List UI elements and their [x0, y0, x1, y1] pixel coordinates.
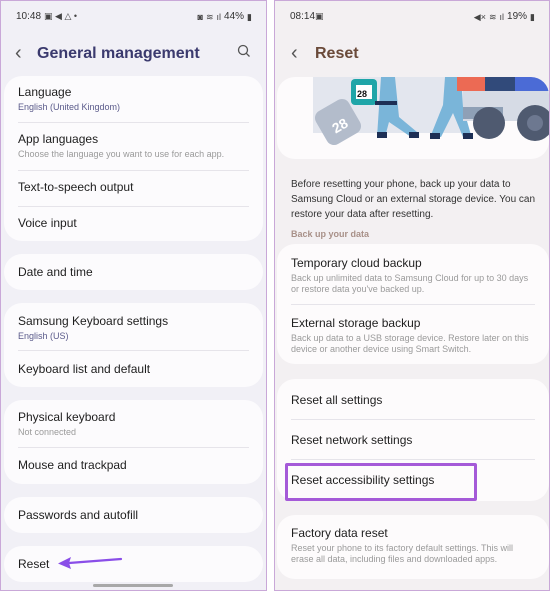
item-title: Language: [18, 85, 72, 99]
divider: [18, 122, 249, 123]
page-title: Reset: [315, 45, 359, 62]
item-title: Keyboard list and default: [18, 362, 151, 376]
item-subtitle: English (US): [18, 331, 69, 341]
annotation-arrow-icon: [58, 557, 123, 569]
divider: [291, 459, 535, 460]
factory-reset-card: Factory data reset Reset your phone to i…: [277, 515, 549, 579]
reset-network-settings-item[interactable]: Reset network settings: [291, 433, 535, 448]
search-icon[interactable]: [236, 43, 252, 59]
item-title: Factory data reset: [291, 526, 388, 540]
battery-icon: ▮: [530, 11, 535, 22]
status-bar: 10:48 ▣ ◀ △ • ◙ ≋ ıl 44% ▮: [1, 1, 266, 31]
reset-card: Reset: [4, 546, 263, 582]
reset-illustration-icon: 28 28: [313, 77, 549, 146]
item-subtitle: Choose the language you want to use for …: [18, 149, 225, 159]
physical-keyboard-item[interactable]: Physical keyboard Not connected: [18, 410, 249, 438]
reset-all-settings-item[interactable]: Reset all settings: [291, 393, 535, 408]
date-and-time-item[interactable]: Date and time: [18, 265, 249, 280]
item-subtitle: English (United Kingdom): [18, 102, 121, 112]
input-devices-card: Physical keyboard Not connected Mouse an…: [4, 400, 263, 484]
illustration-card: 28 28: [277, 77, 549, 159]
item-title: Voice input: [18, 216, 77, 230]
divider: [18, 350, 249, 351]
external-storage-backup-item[interactable]: External storage backup Back up data to …: [291, 316, 529, 355]
divider: [291, 419, 535, 420]
keyboard-group-card: Samsung Keyboard settings English (US) K…: [4, 303, 263, 387]
page-title: General management: [37, 45, 200, 62]
temporary-cloud-backup-item[interactable]: Temporary cloud backup Back up unlimited…: [291, 256, 529, 295]
samsung-keyboard-item[interactable]: Samsung Keyboard settings English (US): [18, 314, 249, 342]
item-title: Physical keyboard: [18, 410, 116, 424]
passwords-card: Passwords and autofill: [4, 497, 263, 533]
gallery-icon: ▣: [44, 11, 53, 21]
language-group-card: Language English (United Kingdom) App la…: [4, 76, 263, 241]
item-title: App languages: [18, 132, 99, 146]
item-title: Temporary cloud backup: [291, 256, 422, 270]
keyboard-list-item[interactable]: Keyboard list and default: [18, 362, 249, 377]
section-label: Back up your data: [291, 229, 370, 239]
signal-icon: ıl: [216, 11, 222, 22]
alarm-icon: ◙: [197, 11, 203, 22]
item-title: Reset network settings: [291, 433, 413, 447]
reset-accessibility-settings-item[interactable]: Reset accessibility settings: [291, 473, 535, 488]
item-subtitle: Back up unlimited data to Samsung Cloud …: [291, 273, 529, 294]
signal-icon: ıl: [499, 11, 505, 22]
status-indicators: ◀× ≋ ıl 19% ▮: [474, 11, 535, 22]
reset-options-card: Reset all settings Reset network setting…: [277, 379, 549, 501]
reset-item[interactable]: Reset: [18, 557, 249, 572]
status-bar: 08:14 ▣ ◀× ≋ ıl 19% ▮: [275, 1, 549, 31]
wifi-icon: ≋: [488, 11, 497, 22]
telegram-icon: ◀: [55, 11, 62, 21]
item-title: Mouse and trackpad: [18, 458, 127, 472]
battery-percent: 44%: [224, 11, 245, 22]
divider: [18, 170, 249, 171]
general-management-screen: 10:48 ▣ ◀ △ • ◙ ≋ ıl 44% ▮ ‹ General man…: [0, 0, 267, 591]
item-title: Text-to-speech output: [18, 180, 134, 194]
back-icon[interactable]: ‹: [291, 42, 298, 64]
item-title: Date and time: [18, 265, 93, 279]
item-title: Reset all settings: [291, 393, 383, 407]
app-languages-item[interactable]: App languages Choose the language you wa…: [18, 132, 249, 160]
item-subtitle: Not connected: [18, 427, 77, 437]
item-title: External storage backup: [291, 316, 421, 330]
text-to-speech-item[interactable]: Text-to-speech output: [18, 180, 249, 195]
mute-icon: ◀×: [473, 11, 486, 22]
item-subtitle: Reset your phone to its factory default …: [291, 543, 513, 564]
app-bar: ‹ Reset: [275, 39, 549, 69]
divider: [18, 206, 249, 207]
passwords-autofill-item[interactable]: Passwords and autofill: [18, 508, 249, 523]
mouse-trackpad-item[interactable]: Mouse and trackpad: [18, 458, 249, 473]
battery-icon: ▮: [247, 11, 252, 22]
gallery-icon: ▣: [315, 11, 324, 21]
app-bar: ‹ General management: [1, 39, 266, 69]
item-title: Reset accessibility settings: [291, 473, 435, 487]
wifi-icon: ≋: [205, 11, 214, 22]
dot-icon: •: [73, 11, 78, 21]
item-title: Passwords and autofill: [18, 508, 139, 522]
notification-icons: ▣ ◀ △ •: [44, 11, 77, 21]
calendar-number: 28: [357, 89, 367, 99]
reset-description: Before resetting your phone, back up you…: [291, 179, 536, 220]
language-item[interactable]: Language English (United Kingdom): [18, 85, 249, 113]
item-title: Reset: [18, 557, 50, 571]
status-time: 10:48: [16, 11, 42, 22]
back-icon[interactable]: ‹: [15, 42, 22, 64]
factory-data-reset-item[interactable]: Factory data reset Reset your phone to i…: [291, 526, 531, 565]
divider: [18, 447, 249, 448]
drive-icon: △: [64, 11, 72, 21]
reset-screen: 08:14 ▣ ◀× ≋ ıl 19% ▮ ‹ Reset 28 28 Befo…: [274, 0, 550, 591]
home-indicator[interactable]: [93, 584, 173, 587]
item-subtitle: Back up data to a USB storage device. Re…: [291, 333, 529, 354]
battery-percent: 19%: [507, 11, 528, 22]
item-title: Samsung Keyboard settings: [18, 314, 169, 328]
date-time-card: Date and time: [4, 254, 263, 290]
voice-input-item[interactable]: Voice input: [18, 216, 249, 231]
status-indicators: ◙ ≋ ıl 44% ▮: [198, 11, 252, 22]
status-time: 08:14: [290, 11, 316, 22]
backup-card: Temporary cloud backup Back up unlimited…: [277, 244, 549, 364]
divider: [291, 304, 535, 305]
